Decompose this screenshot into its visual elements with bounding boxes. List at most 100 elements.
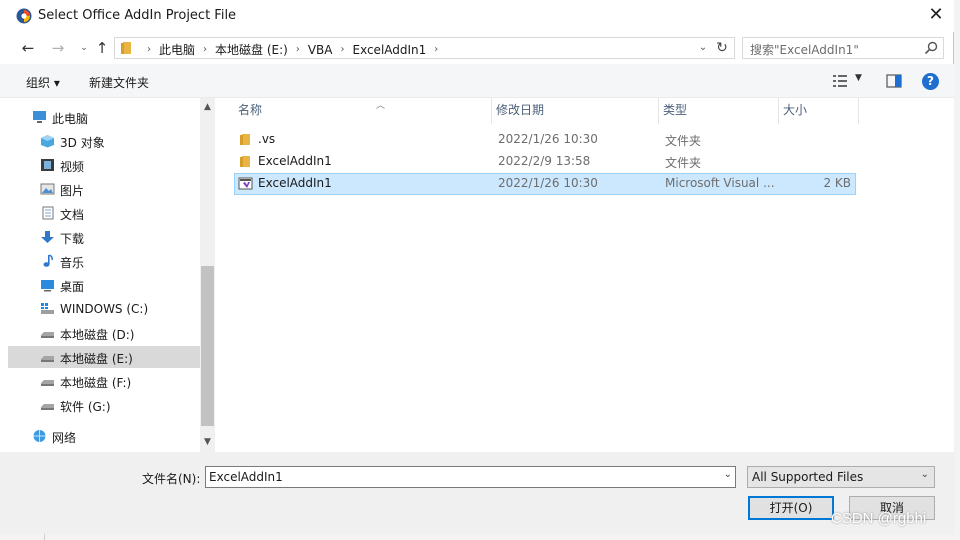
back-arrow-icon[interactable]: ← — [18, 38, 38, 58]
file-type: Microsoft Visual ... — [665, 176, 775, 190]
organize-button[interactable]: 组织 ▾ — [26, 74, 60, 91]
view-options-icon[interactable] — [832, 74, 848, 88]
nav-item-drive-f[interactable]: 本地磁盘 (F:) — [8, 370, 200, 392]
help-icon[interactable]: ? — [922, 73, 939, 90]
chevron-down-icon[interactable]: ⌄ — [695, 40, 711, 56]
scroll-up-icon[interactable]: ▲ — [200, 100, 215, 115]
chevron-down-icon[interactable]: ⌄ — [921, 469, 929, 480]
documents-icon — [42, 206, 54, 220]
window-title: Select Office AddIn Project File — [38, 8, 237, 23]
address-bar[interactable]: › 此电脑 › 本地磁盘 (E:) › VBA › ExcelAddIn1 › … — [114, 37, 735, 59]
filter-value: All Supported Files — [752, 470, 864, 484]
nav-item-desktop[interactable]: 桌面 — [8, 274, 200, 296]
chevron-right-icon[interactable]: › — [203, 44, 207, 55]
refresh-icon[interactable]: ↻ — [713, 39, 731, 57]
nav-item-drive-c[interactable]: WINDOWS (C:) — [8, 298, 200, 320]
chevron-right-icon[interactable]: › — [147, 44, 151, 55]
recent-locations-chevron-icon[interactable]: ⌄ — [74, 38, 94, 58]
nav-item-downloads[interactable]: 下载 — [8, 226, 200, 248]
drive-icon — [41, 332, 54, 338]
folder-icon — [240, 156, 250, 167]
nav-item-network[interactable]: 网络 — [8, 425, 200, 447]
chevron-right-icon[interactable]: › — [340, 44, 344, 55]
file-dialog: Select Office AddIn Project File ✕ ← → ⌄… — [0, 0, 954, 534]
computer-icon — [33, 111, 46, 123]
pictures-icon — [40, 183, 55, 195]
breadcrumb: › 此电脑 › 本地磁盘 (E:) › VBA › ExcelAddIn1 › — [139, 41, 446, 58]
search-placeholder: 搜索"ExcelAddIn1" — [750, 43, 859, 57]
folder-icon — [240, 134, 250, 145]
navigation-pane: 此电脑 3D 对象 视频 图片 文档 下载 音乐 桌面 WINDOWS (C:)… — [8, 98, 200, 452]
scroll-down-icon[interactable]: ▼ — [200, 435, 215, 450]
desktop-icon — [41, 280, 54, 292]
chevron-right-icon[interactable]: › — [296, 44, 300, 55]
file-name: ExcelAddIn1 — [258, 154, 332, 168]
nav-item-this-pc[interactable]: 此电脑 — [8, 106, 200, 128]
watermark: CSDN @rgbhi — [831, 510, 927, 527]
vs-project-icon — [238, 177, 253, 190]
file-date: 2022/1/26 10:30 — [498, 176, 598, 190]
nav-item-videos[interactable]: 视频 — [8, 154, 200, 176]
drive-icon — [41, 404, 54, 410]
background-window-edge — [0, 534, 960, 540]
search-input[interactable]: 搜索"ExcelAddIn1" — [742, 37, 944, 59]
drive-icon — [41, 356, 54, 362]
view-dropdown-icon[interactable]: ▼ — [855, 73, 862, 83]
drive-icon — [41, 380, 54, 386]
music-icon — [43, 254, 53, 267]
nav-item-drive-e[interactable]: 本地磁盘 (E:) — [8, 346, 200, 368]
file-type-filter-select[interactable]: All Supported Files ⌄ — [747, 466, 935, 488]
scrollbar-thumb[interactable] — [201, 266, 214, 426]
forward-arrow-icon[interactable]: → — [48, 38, 68, 58]
search-icon[interactable] — [923, 40, 939, 56]
breadcrumb-item[interactable]: 本地磁盘 (E:) — [215, 41, 288, 58]
nav-item-drive-g[interactable]: 软件 (G:) — [8, 394, 200, 416]
nav-item-documents[interactable]: 文档 — [8, 202, 200, 224]
breadcrumb-item[interactable]: VBA — [308, 43, 333, 57]
close-icon[interactable]: ✕ — [918, 0, 954, 32]
network-icon — [33, 430, 46, 442]
column-header-name[interactable]: ︿ 名称 — [234, 98, 492, 124]
file-list: ︿ 名称 修改日期 类型 大小 .vs 2022/1/26 10:30 文件夹 … — [216, 98, 954, 452]
chevron-down-icon[interactable]: ⌄ — [724, 469, 732, 480]
file-date: 2022/1/26 10:30 — [498, 132, 598, 146]
table-row[interactable]: ExcelAddIn1 2022/1/26 10:30 Microsoft Vi… — [234, 173, 856, 195]
breadcrumb-item[interactable]: ExcelAddIn1 — [352, 43, 426, 57]
column-header-size[interactable]: 大小 — [779, 98, 859, 124]
toolbar: 组织 ▾ 新建文件夹 ▼ ? — [0, 64, 954, 98]
3d-objects-icon — [41, 135, 54, 148]
file-type: 文件夹 — [665, 134, 702, 148]
background-window — [954, 0, 960, 540]
file-name: ExcelAddIn1 — [258, 176, 332, 190]
app-icon — [16, 8, 32, 24]
new-folder-button[interactable]: 新建文件夹 — [89, 74, 149, 91]
file-size: 2 KB — [823, 176, 851, 190]
chevron-right-icon[interactable]: › — [434, 44, 438, 55]
filename-value: ExcelAddIn1 — [209, 470, 283, 484]
dialog-footer: 文件名(N): ExcelAddIn1 ⌄ All Supported File… — [0, 452, 954, 534]
preview-pane-icon[interactable] — [886, 74, 902, 88]
sort-ascending-icon: ︿ — [376, 101, 386, 111]
column-header-type[interactable]: 类型 — [659, 98, 779, 124]
column-header-date[interactable]: 修改日期 — [492, 98, 659, 124]
table-row[interactable]: ExcelAddIn1 2022/2/9 13:58 文件夹 — [234, 151, 856, 173]
folder-icon — [121, 42, 131, 54]
breadcrumb-item[interactable]: 此电脑 — [159, 41, 195, 58]
file-date: 2022/2/9 13:58 — [498, 154, 591, 168]
nav-item-pictures[interactable]: 图片 — [8, 178, 200, 200]
up-arrow-icon[interactable]: ↑ — [92, 38, 112, 58]
file-type: 文件夹 — [665, 156, 702, 170]
nav-item-3d-objects[interactable]: 3D 对象 — [8, 130, 200, 152]
table-row[interactable]: .vs 2022/1/26 10:30 文件夹 — [234, 129, 856, 151]
nav-item-music[interactable]: 音乐 — [8, 250, 200, 272]
filename-input[interactable]: ExcelAddIn1 ⌄ — [205, 466, 736, 488]
nav-scrollbar[interactable]: ▲ ▼ — [200, 98, 215, 452]
windows-drive-icon — [41, 303, 54, 314]
nav-item-drive-d[interactable]: 本地磁盘 (D:) — [8, 322, 200, 344]
download-icon — [41, 231, 54, 243]
file-name: .vs — [258, 132, 276, 146]
video-icon — [41, 159, 54, 171]
open-button[interactable]: 打开(O) — [748, 496, 834, 520]
title-bar[interactable]: Select Office AddIn Project File ✕ — [0, 0, 954, 32]
filename-label: 文件名(N): — [142, 472, 201, 486]
